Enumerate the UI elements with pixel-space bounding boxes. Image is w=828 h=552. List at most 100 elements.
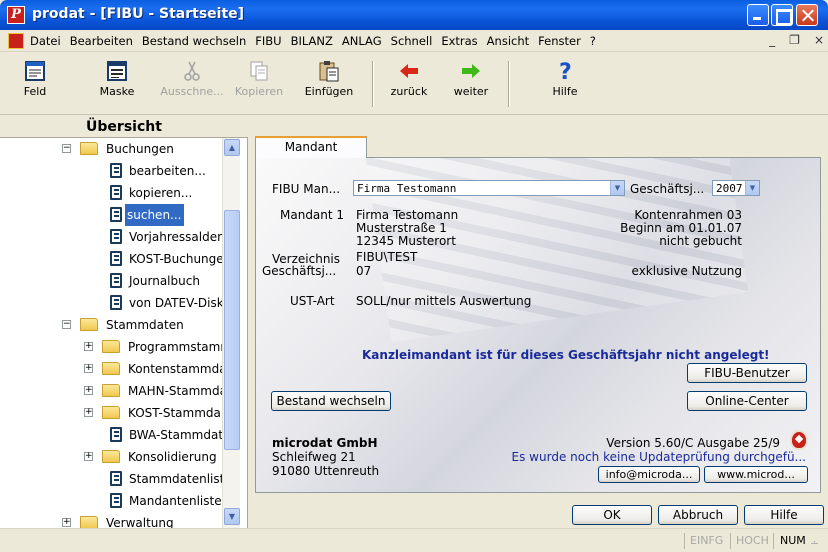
geschaeftsjahr-combo[interactable]: 2007 ▼	[712, 180, 760, 196]
mdi-restore-button[interactable]: ❐	[789, 33, 800, 47]
company-city: 91080 Uttenreuth	[272, 464, 380, 478]
copy-icon	[250, 61, 268, 81]
tree-item-datev-disk[interactable]: von DATEV-Disk	[0, 292, 222, 314]
web-link-button[interactable]: www.microd...	[704, 466, 808, 483]
tree-item-mandantenliste[interactable]: Mandantenliste	[0, 490, 222, 512]
kopieren-button[interactable]: Kopieren	[230, 56, 288, 112]
online-center-button[interactable]: Online-Center	[687, 391, 807, 411]
mdi-minimize-button[interactable]: _	[769, 33, 775, 47]
tree-label: Journalbuch	[129, 274, 200, 288]
tree-label: Konsolidierung	[128, 450, 217, 464]
overview-panel: Übersicht − Buchungen bearbeiten... kopi…	[0, 116, 248, 528]
tree-item-journalbuch[interactable]: Journalbuch	[0, 270, 222, 292]
help-button[interactable]: Hilfe	[744, 505, 824, 525]
tree-item-konsolidierung[interactable]: + Konsolidierung	[0, 446, 222, 468]
menu-bestand-wechseln[interactable]: Bestand wechseln	[142, 34, 246, 48]
warning-message: Kanzleimandant ist für dieses Geschäftsj…	[362, 348, 770, 362]
folder-icon	[102, 362, 120, 375]
einfuegen-button[interactable]: Einfügen	[298, 56, 360, 112]
menu-datei[interactable]: Datei	[30, 34, 61, 48]
exklusive-nutzung: exklusive Nutzung	[631, 264, 742, 278]
bestand-wechseln-button[interactable]: Bestand wechseln	[271, 391, 391, 411]
tree-label: Vorjahressalden	[129, 230, 222, 244]
tree-label: von DATEV-Disk	[129, 296, 222, 310]
cancel-button[interactable]: Abbruch	[658, 505, 738, 525]
fibu-mandant-label: FIBU Man...	[272, 182, 341, 196]
menu-items: Datei Bearbeiten Bestand wechseln FIBU B…	[30, 34, 596, 48]
toolbar-label: Kopieren	[234, 85, 284, 98]
menu-bearbeiten[interactable]: Bearbeiten	[70, 34, 133, 48]
tree-item-mahn-stammdaten[interactable]: + MAHN-Stammda	[0, 380, 222, 402]
expand-icon[interactable]: +	[62, 518, 71, 527]
scroll-down-icon[interactable]: ▼	[224, 508, 240, 525]
hilfe-toolbar-button[interactable]: ? Hilfe	[540, 56, 590, 112]
tree-item-kopieren[interactable]: kopieren...	[0, 182, 222, 204]
tree-item-vorjahressalden[interactable]: Vorjahressalden	[0, 226, 222, 248]
tree-item-programmstamm[interactable]: + Programmstamn	[0, 336, 222, 358]
folder-icon	[102, 340, 120, 353]
expand-icon[interactable]: +	[84, 452, 93, 461]
expand-icon[interactable]: +	[84, 364, 93, 373]
minimize-button[interactable]	[747, 4, 769, 26]
fibu-benutzer-button[interactable]: FIBU-Benutzer	[687, 363, 807, 383]
mdi-close-button[interactable]: ×	[814, 33, 824, 47]
menu-ansicht[interactable]: Ansicht	[487, 34, 529, 48]
scroll-thumb[interactable]	[224, 210, 240, 450]
geschaeftsjahr2-value: 07	[356, 264, 372, 278]
menu-fenster[interactable]: Fenster	[538, 34, 581, 48]
title-bar[interactable]: P prodat - [FIBU - Startseite]	[0, 0, 828, 30]
ok-button[interactable]: OK	[572, 505, 652, 525]
status-num: NUM	[780, 534, 806, 547]
expand-icon[interactable]: +	[84, 408, 93, 417]
tree-item-stammdaten[interactable]: − Stammdaten	[0, 314, 222, 336]
tree-item-kontenstammdaten[interactable]: + Kontenstammda	[0, 358, 222, 380]
tree-label: KOST-Buchunge	[129, 252, 222, 266]
arrow-left-icon	[400, 64, 418, 78]
menu-fibu[interactable]: FIBU	[255, 34, 281, 48]
collapse-icon[interactable]: −	[62, 144, 71, 153]
fibu-mandant-combo[interactable]: Firma Testomann ▼	[353, 180, 625, 196]
zurueck-button[interactable]: zurück	[384, 56, 434, 112]
toolbar-label: Hilfe	[552, 85, 578, 98]
tree-item-bwa-stammdaten[interactable]: BWA-Stammdat	[0, 424, 222, 446]
toolbar-separator	[372, 61, 374, 107]
tree-item-kost-buchungen[interactable]: KOST-Buchunge	[0, 248, 222, 270]
mandant-label: Mandant 1	[280, 208, 345, 222]
scroll-up-icon[interactable]: ▲	[224, 139, 240, 156]
mandant-street: Musterstraße 1	[356, 221, 447, 235]
toolbar-label: weiter	[453, 85, 489, 98]
menu-bilanz[interactable]: BILANZ	[291, 34, 333, 48]
tree-item-bearbeiten[interactable]: bearbeiten...	[0, 160, 222, 182]
expand-icon[interactable]: +	[84, 386, 93, 395]
document-icon[interactable]	[8, 33, 24, 49]
status-hoch: HOCH	[736, 534, 769, 547]
close-button[interactable]	[796, 4, 818, 26]
menu-extras[interactable]: Extras	[441, 34, 477, 48]
verzeichnis-value: FIBU\TEST	[356, 250, 418, 264]
chevron-down-icon[interactable]: ▼	[610, 181, 624, 195]
menu-schnell[interactable]: Schnell	[391, 34, 433, 48]
tree-item-verwaltung[interactable]: + Verwaltung	[0, 512, 222, 528]
fibu-mandant-value: Firma Testomann	[357, 182, 457, 195]
menu-help[interactable]: ?	[590, 34, 596, 48]
resize-grip-icon[interactable]: ∸	[810, 537, 819, 550]
tab-mandant[interactable]: Mandant	[255, 136, 367, 158]
ausschneiden-button[interactable]: Ausschne...	[156, 56, 228, 112]
maske-button[interactable]: Maske	[90, 56, 144, 112]
collapse-icon[interactable]: −	[62, 320, 71, 329]
weiter-button[interactable]: weiter	[446, 56, 496, 112]
tree-item-suchen[interactable]: suchen...	[0, 204, 222, 226]
maximize-button[interactable]	[771, 4, 793, 26]
tree-label: MAHN-Stammda	[128, 384, 222, 398]
tree-label: KOST-Stammda	[128, 406, 221, 420]
mask-icon	[107, 61, 127, 81]
menu-anlag[interactable]: ANLAG	[342, 34, 382, 48]
chevron-down-icon[interactable]: ▼	[745, 181, 759, 195]
tree-scrollbar[interactable]: ▲ ▼	[222, 138, 240, 528]
tree-item-stammdatenliste[interactable]: Stammdatenliste	[0, 468, 222, 490]
tree-item-kost-stammdaten[interactable]: + KOST-Stammda	[0, 402, 222, 424]
expand-icon[interactable]: +	[84, 342, 93, 351]
email-link-button[interactable]: info@microda...	[598, 466, 700, 483]
tree-item-buchungen[interactable]: − Buchungen	[0, 138, 222, 160]
feld-button[interactable]: Feld	[10, 56, 60, 112]
